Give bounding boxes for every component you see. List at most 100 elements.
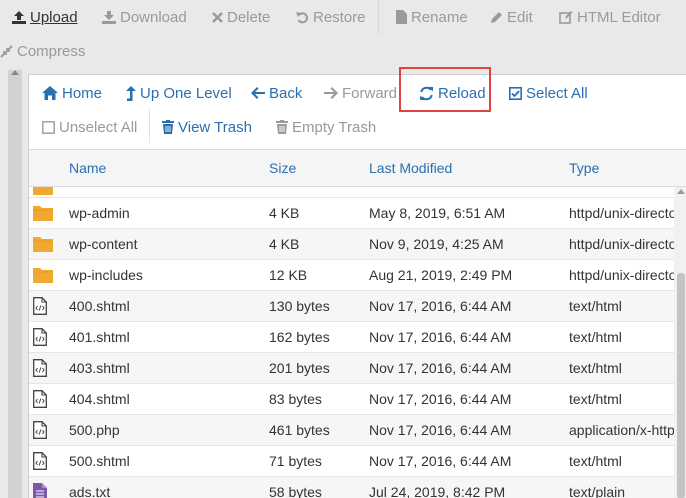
delete-x-icon xyxy=(212,11,223,23)
rename-label: Rename xyxy=(411,8,468,26)
table-header: Name Size Last Modified Type xyxy=(29,149,686,187)
file-name-cell: 400.shtml xyxy=(69,298,130,314)
html-editor-label: HTML Editor xyxy=(577,8,661,26)
table-row[interactable]: 500.shtml 71 bytes Nov 17, 2016, 6:44 AM te… xyxy=(29,446,674,477)
table-row[interactable]: 400.shtml 130 bytes Nov 17, 2016, 6:44 AM t… xyxy=(29,291,674,322)
code-file-icon xyxy=(33,421,47,444)
empty-trash-label: Empty Trash xyxy=(292,118,377,136)
compress-label: Compress xyxy=(17,42,86,60)
view-trash-button[interactable]: View Trash xyxy=(162,117,252,137)
file-size-cell: 83 bytes xyxy=(269,391,322,407)
html-editor-button[interactable]: HTML Editor xyxy=(559,7,661,27)
back-label: Back xyxy=(269,84,303,102)
trash-icon xyxy=(276,120,288,134)
last-modified-cell: Nov 17, 2016, 6:44 AM xyxy=(369,360,512,376)
view-trash-label: View Trash xyxy=(178,118,252,136)
edit-box-icon xyxy=(559,11,573,24)
file-icon xyxy=(396,10,407,24)
last-modified-column-header[interactable]: Last Modified xyxy=(369,160,452,176)
home-label: Home xyxy=(62,84,103,102)
file-name-cell: 500.php xyxy=(69,422,120,438)
restore-button[interactable]: Restore xyxy=(296,7,366,27)
file-list-scrollbar[interactable] xyxy=(674,187,686,498)
table-row[interactable]: wp-content 4 KB Nov 9, 2019, 4:25 AM httpd/… xyxy=(29,229,674,260)
undo-icon xyxy=(296,11,308,23)
upload-button[interactable]: Upload xyxy=(12,7,78,27)
code-file-icon xyxy=(33,390,47,413)
up-one-level-button[interactable]: Up One Level xyxy=(126,83,232,103)
back-button[interactable]: Back xyxy=(251,83,302,103)
arrow-right-icon xyxy=(324,87,338,99)
name-column-header[interactable]: Name xyxy=(69,160,106,176)
file-name-cell: 404.shtml xyxy=(69,391,130,407)
code-file-icon xyxy=(33,452,47,475)
file-name-cell: wp-content xyxy=(69,236,138,252)
scrollbar-thumb[interactable] xyxy=(677,273,685,498)
upload-icon xyxy=(12,10,26,24)
edit-button[interactable]: Edit xyxy=(490,7,533,27)
table-row[interactable]: 403.shtml 201 bytes Nov 17, 2016, 6:44 AM t… xyxy=(29,353,674,384)
type-column-header[interactable]: Type xyxy=(569,160,599,176)
file-type-cell: httpd/unix-directory xyxy=(569,267,674,283)
restore-label: Restore xyxy=(313,8,366,26)
trash-icon xyxy=(162,120,174,134)
empty-trash-button[interactable]: Empty Trash xyxy=(276,117,376,137)
file-type-cell: httpd/unix-directory xyxy=(569,205,674,221)
file-type-cell: text/html xyxy=(569,391,622,407)
file-type-cell: httpd/unix-directory xyxy=(569,236,674,252)
delete-label: Delete xyxy=(227,8,271,26)
empty-square-icon xyxy=(42,120,55,134)
delete-button[interactable]: Delete xyxy=(212,7,270,27)
size-column-header[interactable]: Size xyxy=(269,160,296,176)
table-row[interactable]: ads.txt 58 bytes Jul 24, 2019, 8:42 PM text… xyxy=(29,477,674,498)
file-name-cell: 500.shtml xyxy=(69,453,130,469)
file-manager-toolbar: Upload Download Delete Restore Rename Ed… xyxy=(0,0,686,68)
home-button[interactable]: Home xyxy=(42,83,102,103)
table-row[interactable]: 500.php 461 bytes Nov 17, 2016, 6:44 AM app… xyxy=(29,415,674,446)
file-size-cell: 12 KB xyxy=(269,267,308,283)
file-list-panel: Home Up One Level Back Forward Reload Se… xyxy=(28,67,686,498)
file-type-cell: text/html xyxy=(569,453,622,469)
file-name-cell: wp-includes xyxy=(69,267,143,283)
table-row[interactable]: wp-includes 12 KB Aug 21, 2019, 2:49 PM htt… xyxy=(29,260,674,291)
last-modified-cell: Nov 9, 2019, 4:25 AM xyxy=(369,236,504,252)
table-row-partial[interactable] xyxy=(29,187,674,198)
last-modified-cell: Jul 24, 2019, 8:42 PM xyxy=(369,484,506,498)
file-size-cell: 201 bytes xyxy=(269,360,330,376)
file-type-cell: text/html xyxy=(569,360,622,376)
select-all-button[interactable]: Select All xyxy=(509,83,588,103)
code-file-icon xyxy=(33,328,47,351)
forward-label: Forward xyxy=(342,84,398,102)
scroll-up-arrow-icon[interactable] xyxy=(11,70,19,75)
last-modified-cell: Nov 17, 2016, 6:44 AM xyxy=(369,453,512,469)
code-file-icon xyxy=(33,359,47,382)
file-name-cell: 403.shtml xyxy=(69,360,130,376)
compress-button[interactable]: Compress xyxy=(0,41,85,61)
file-name-cell: ads.txt xyxy=(69,484,111,498)
file-size-cell: 58 bytes xyxy=(269,484,322,498)
rename-button[interactable]: Rename xyxy=(396,7,468,27)
folder-icon xyxy=(33,266,53,288)
file-table-body: wp-admin 4 KB May 8, 2019, 6:51 AM httpd/un… xyxy=(29,187,674,498)
navigation-bar: Home Up One Level Back Forward Reload Se… xyxy=(29,67,686,149)
download-button[interactable]: Download xyxy=(102,7,187,27)
file-name-cell: 401.shtml xyxy=(69,329,130,345)
last-modified-cell: Nov 17, 2016, 6:44 AM xyxy=(369,298,512,314)
table-row[interactable]: 401.shtml 162 bytes Nov 17, 2016, 6:44 AM t… xyxy=(29,322,674,353)
forward-button[interactable]: Forward xyxy=(324,83,397,103)
file-size-cell: 71 bytes xyxy=(269,453,322,469)
unselect-all-button[interactable]: Unselect All xyxy=(42,117,137,137)
table-row[interactable]: 404.shtml 83 bytes Nov 17, 2016, 6:44 AM te… xyxy=(29,384,674,415)
directory-tree-scrollbar[interactable] xyxy=(8,70,22,498)
pencil-icon xyxy=(491,11,502,23)
last-modified-cell: Nov 17, 2016, 6:44 AM xyxy=(369,422,512,438)
table-row[interactable]: wp-admin 4 KB May 8, 2019, 6:51 AM httpd/un… xyxy=(29,198,674,229)
last-modified-cell: Nov 17, 2016, 6:44 AM xyxy=(369,391,512,407)
reload-highlight-box xyxy=(399,67,491,112)
text-file-icon xyxy=(33,483,47,498)
nav-divider xyxy=(149,109,150,143)
download-label: Download xyxy=(120,8,187,26)
home-icon xyxy=(42,86,58,100)
scroll-up-arrow-icon[interactable] xyxy=(677,189,685,194)
file-size-cell: 461 bytes xyxy=(269,422,330,438)
